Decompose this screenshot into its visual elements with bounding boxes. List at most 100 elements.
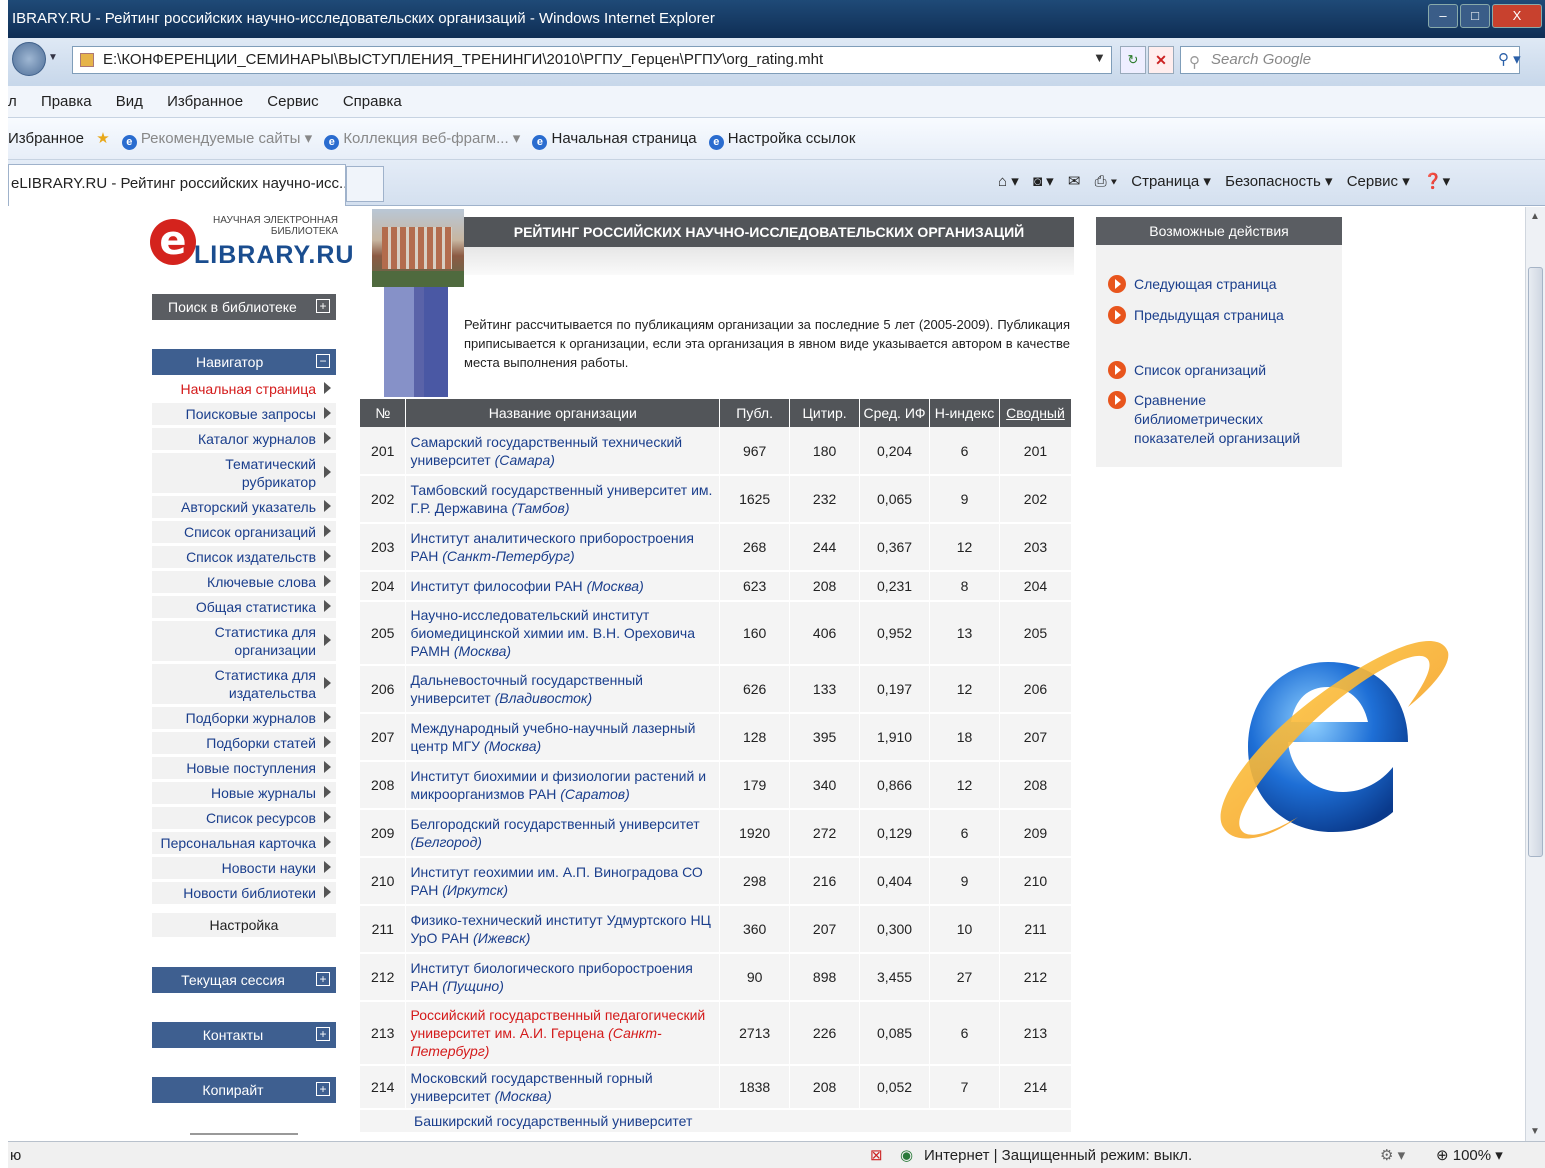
org-name-link[interactable]: Институт биохимии и физиологии растений … [410,768,706,802]
sidebar-item-16[interactable]: Персональная карточка [152,832,336,854]
home-icon[interactable]: ⌂ ▾ [998,173,1019,190]
library-search-panel[interactable]: Поиск в библиотеке + [152,294,336,320]
cell-org-name[interactable]: Российский государственный педагогически… [405,1001,721,1066]
summary-sort-link[interactable]: Сводный [1006,405,1065,421]
expand-icon[interactable]: + [316,1082,330,1096]
help-icon[interactable]: ❓▾ [1424,173,1450,190]
history-dropdown-icon[interactable]: ▼ [48,52,58,63]
menu-edit[interactable]: Правка [41,93,92,110]
cell-org-name[interactable]: Институт геохимии им. А.П. Виноградова С… [405,857,721,906]
sidebar-item-1[interactable]: Поисковые запросы [152,403,336,425]
popup-blocked-icon[interactable]: ⊠ [870,1142,883,1168]
refresh-icon[interactable]: ↻ [1120,46,1146,74]
fav-link-homepage[interactable]: e Начальная страница [532,118,697,160]
settings-link[interactable]: Настройка [152,913,336,937]
new-tab-button[interactable] [346,166,384,202]
vertical-scrollbar[interactable]: ▲ ▼ [1525,207,1545,1141]
address-field[interactable]: E:\КОНФЕРЕНЦИИ_СЕМИНАРЫ\ВЫСТУПЛЕНИЯ_ТРЕН… [72,46,1112,74]
sidebar-item-10[interactable]: Статистика для издательства [152,664,336,704]
close-button[interactable]: X [1492,4,1542,28]
cell-h-index: 8 [929,571,1000,602]
cell-org-name[interactable]: Международный учебно-научный лазерный це… [405,713,721,762]
safety-menu[interactable]: Безопасность ▾ [1225,173,1332,190]
sidebar-item-5[interactable]: Список организаций [152,521,336,543]
menu-view[interactable]: Вид [116,93,143,110]
cell-org-name[interactable]: Институт философии РАН (Москва) [405,571,721,602]
maximize-button[interactable]: □ [1460,4,1490,28]
sidebar-item-3[interactable]: Тематический рубрикатор [152,453,336,493]
menu-favorites[interactable]: Избранное [167,93,243,110]
sidebar-item-9[interactable]: Статистика для организации [152,621,336,661]
sidebar-item-8[interactable]: Общая статистика [152,596,336,618]
fav-link-recommended[interactable]: e Рекомендуемые сайты ▾ [121,118,312,160]
navigator-header[interactable]: Навигатор − [152,349,336,375]
sidebar-item-0[interactable]: Начальная страница [152,378,336,400]
cell-org-name[interactable]: Тамбовский государственный университет и… [405,475,721,524]
sidebar-item-18[interactable]: Новости библиотеки [152,882,336,904]
org-name-link[interactable]: Физико-технический институт Удмуртского … [410,912,710,946]
sidebar-item-4[interactable]: Авторский указатель [152,496,336,518]
col-citations: Цитир. [789,399,861,427]
elibrary-logo[interactable]: e НАУЧНАЯ ЭЛЕКТРОННАЯ БИБЛИОТЕКА LIBRARY.… [150,215,353,271]
feeds-icon[interactable]: ◙ ▾ [1033,173,1054,190]
protected-mode-icon[interactable]: ⚙ ▾ [1380,1142,1405,1168]
menu-file[interactable]: л [8,93,17,110]
cell-org-name-cut[interactable]: Башкирский государственный университет [360,1109,1072,1134]
sidebar-item-17[interactable]: Новости науки [152,857,336,879]
cell-org-name[interactable]: Научно-исследовательский институт биомед… [405,601,721,666]
add-favorite-star-icon[interactable]: ★ [96,118,109,160]
collapse-icon[interactable]: − [316,354,330,368]
menu-tools[interactable]: Сервис [267,93,318,110]
cell-org-name[interactable]: Дальневосточный государственный универси… [405,665,721,714]
zoom-level[interactable]: ⊕ 100% ▾ [1436,1142,1503,1168]
expand-icon[interactable]: + [316,299,330,313]
search-go-icon[interactable]: ⚲ ▾ [1498,50,1521,68]
mail-icon[interactable]: ✉ [1068,173,1081,190]
cell-org-name[interactable]: Белгородский государственный университет… [405,809,721,858]
copyright-panel[interactable]: Копирайт + [152,1077,336,1103]
next-page-link[interactable]: Следующая страница [1108,275,1277,294]
fav-link-webslices[interactable]: e Коллекция веб-фрагм... ▾ [324,118,520,160]
minimize-button[interactable]: – [1428,4,1458,28]
search-input[interactable]: ⚲ Search Google [1180,46,1520,74]
tab-active[interactable]: eLIBRARY.RU - Рейтинг российских научно-… [8,164,346,206]
cell-org-name[interactable]: Московский государственный горный универ… [405,1065,721,1110]
org-list-link[interactable]: Список организаций [1108,361,1266,380]
sidebar-item-14[interactable]: Новые журналы [152,782,336,804]
session-panel[interactable]: Текущая сессия + [152,967,336,993]
print-icon[interactable]: ⎙ ▾ [1095,173,1117,190]
cell-org-name[interactable]: Институт биохимии и физиологии растений … [405,761,721,810]
scroll-thumb[interactable] [1528,267,1543,857]
org-name-link[interactable]: Белгородский государственный университет [410,816,699,832]
cell-org-name[interactable]: Самарский государственный технический ун… [405,427,721,476]
cell-org-name[interactable]: Институт аналитического приборостроения … [405,523,721,572]
favorites-button[interactable]: Избранное [8,118,84,160]
compare-orgs-link[interactable]: Сравнение библиометрических показателей … [1108,391,1338,448]
sidebar-item-15[interactable]: Список ресурсов [152,807,336,829]
expand-icon[interactable]: + [316,1027,330,1041]
org-name-link[interactable]: Международный учебно-научный лазерный це… [410,720,695,754]
cell-org-name[interactable]: Институт биологического приборостроения … [405,953,721,1002]
expand-icon[interactable]: + [316,972,330,986]
back-button[interactable] [12,42,46,76]
stop-icon[interactable]: ✕ [1148,46,1174,74]
sidebar-item-6[interactable]: Список издательств [152,546,336,568]
sidebar-item-12[interactable]: Подборки статей [152,732,336,754]
page-menu[interactable]: Страница ▾ [1131,173,1211,190]
scroll-down-icon[interactable]: ▼ [1530,1126,1540,1137]
address-dropdown-icon[interactable]: ▼ [1093,50,1106,65]
col-summary-sort[interactable]: Сводный [999,399,1073,427]
security-zone[interactable]: Интернет | Защищенный режим: выкл. [924,1142,1192,1168]
sidebar-item-13[interactable]: Новые поступления [152,757,336,779]
contacts-panel[interactable]: Контакты + [152,1022,336,1048]
sidebar-item-2[interactable]: Каталог журналов [152,428,336,450]
cell-org-name[interactable]: Физико-технический институт Удмуртского … [405,905,721,954]
menu-help[interactable]: Справка [343,93,402,110]
sidebar-item-7[interactable]: Ключевые слова [152,571,336,593]
org-name-link[interactable]: Институт философии РАН [410,578,582,594]
sidebar-item-11[interactable]: Подборки журналов [152,707,336,729]
prev-page-link[interactable]: Предыдущая страница [1108,306,1284,325]
fav-link-customize[interactable]: e Настройка ссылок [708,118,855,160]
scroll-up-icon[interactable]: ▲ [1530,211,1540,222]
tools-menu[interactable]: Сервис ▾ [1347,173,1410,190]
